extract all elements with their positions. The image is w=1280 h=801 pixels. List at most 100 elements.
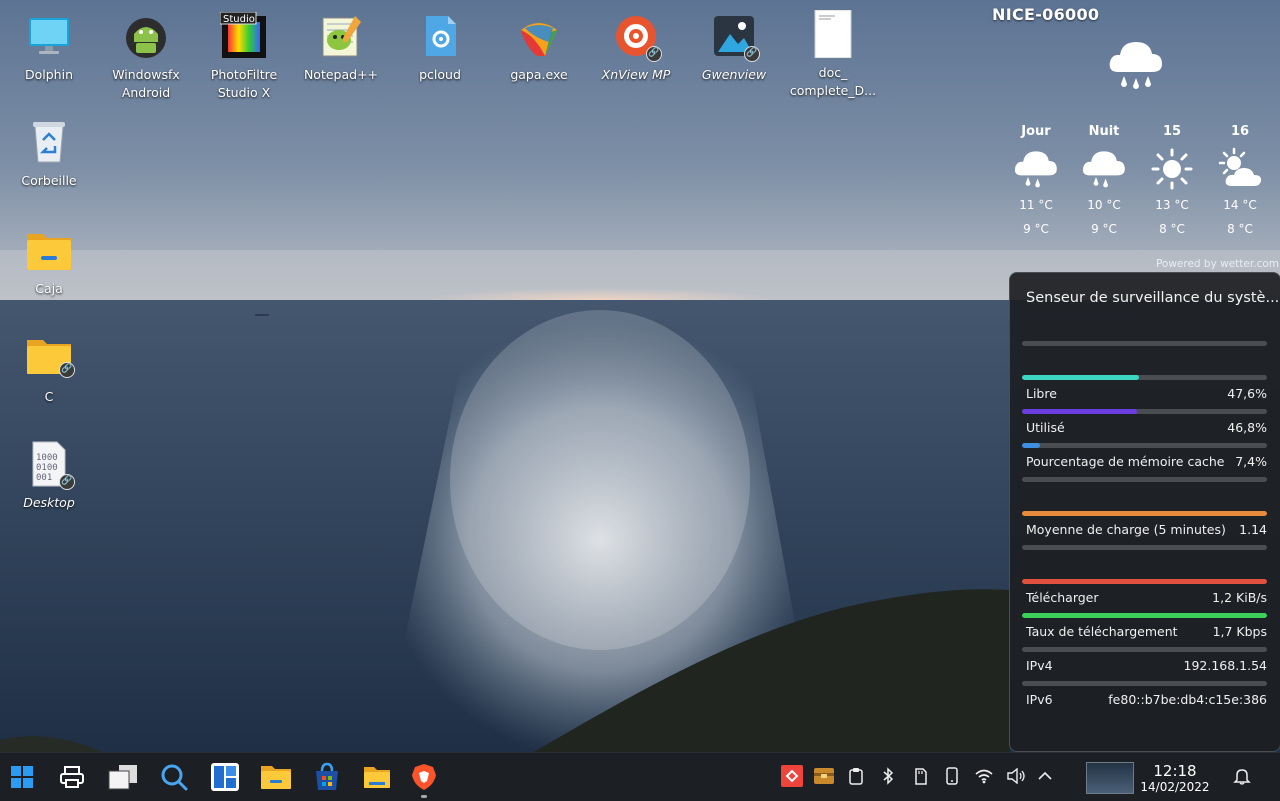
desktop-icon-c-drive[interactable]: 🔗 C: [1, 334, 97, 406]
sensor-value: 1,7 Kbps: [1212, 624, 1267, 639]
svg-text:1000: 1000: [36, 453, 58, 463]
desktop-icon-gwenview[interactable]: 🔗 Gwenview: [686, 12, 782, 84]
forecast-low: 9 °C: [1023, 222, 1049, 236]
folder-icon: [261, 766, 291, 789]
weather-widget[interactable]: NICE-06000 Jour 11 °C 9 °C Nuit 10 °C 9 …: [990, 0, 1280, 275]
folder-link-icon: 🔗: [25, 334, 75, 382]
system-monitor-sensor-panel[interactable]: Senseur de surveillance du systè... Libr…: [1009, 272, 1280, 752]
search-button[interactable]: [154, 757, 194, 797]
forecast-high: 11 °C: [1019, 198, 1053, 212]
notepadpp-icon: [317, 12, 365, 60]
forecast-day-label: Nuit: [1088, 124, 1120, 139]
start-button[interactable]: [2, 757, 42, 797]
forecast-day-label: 16: [1230, 124, 1250, 139]
desktop-icon-pcloud[interactable]: pcloud: [392, 12, 488, 84]
sensor-row-line: Taux de téléchargement 1,7 Kbps: [1022, 624, 1267, 639]
printer-button[interactable]: [52, 757, 92, 797]
clipboard-tray-icon[interactable]: [845, 765, 867, 787]
show-hidden-icons-button[interactable]: [1034, 765, 1056, 787]
windows-logo-icon: [11, 766, 33, 788]
sensor-row-line: IPv4 192.168.1.54: [1022, 658, 1267, 673]
weather-forecast: Jour 11 °C 9 °C Nuit 10 °C 9 °C 15 13 °C…: [1002, 124, 1274, 240]
widgets-button[interactable]: [205, 757, 245, 797]
sensor-row: Taux de téléchargement 1,7 Kbps: [1022, 613, 1267, 639]
binary-file-icon: 1000 0100 001 🔗: [25, 440, 75, 490]
show-desktop-button[interactable]: [103, 757, 143, 797]
sensor-bar-fill: [1022, 375, 1139, 380]
android-icon: [122, 12, 170, 60]
taskbar: 12:18 14/02/2022: [0, 752, 1280, 801]
desktop-icon-caja[interactable]: Caja: [1, 226, 97, 298]
sensor-bar-fill: [1022, 613, 1267, 618]
desktop-icon-android[interactable]: Windowsfx Android: [98, 12, 194, 102]
running-indicator: [421, 795, 427, 798]
desktop-icon-gapa[interactable]: gapa.exe: [491, 12, 587, 84]
sensor-row-line: Télécharger 1,2 KiB/s: [1022, 590, 1267, 605]
sensor-bar: [1022, 443, 1267, 448]
taskbar-clock[interactable]: 12:18 14/02/2022: [1140, 763, 1210, 795]
sensor-bar: [1022, 375, 1267, 380]
store-button[interactable]: [307, 757, 347, 797]
sensor-row-line: IPv6 fe80::b7be:db4:c15e:386: [1022, 692, 1267, 707]
desktop-icon-document[interactable]: doc_ complete_D...: [785, 9, 881, 100]
wifi-icon: [975, 769, 993, 784]
brave-lion-icon: [412, 764, 436, 790]
desktop-icon-label: pcloud: [419, 67, 461, 82]
desktop-icon-label: PhotoFiltre Studio X: [210, 67, 278, 100]
anydesk-tray-icon[interactable]: [781, 765, 803, 787]
sensor-row: IPv6 fe80::b7be:db4:c15e:386: [1022, 681, 1267, 707]
window-preview-thumbnail[interactable]: [1086, 762, 1134, 794]
sd-card-icon: [915, 768, 927, 785]
sensor-row-line: Pourcentage de mémoire cache 7,4%: [1022, 454, 1267, 469]
svg-text:0100: 0100: [36, 463, 58, 473]
sensor-value: 46,8%: [1227, 420, 1267, 435]
desktop-icon-label: Dolphin: [25, 67, 73, 82]
sensor-row: Télécharger 1,2 KiB/s: [1022, 579, 1267, 605]
forecast-day: 16 14 °C 8 °C: [1206, 124, 1274, 240]
desktop-icon-label: gapa.exe: [510, 67, 568, 82]
desktop-icon-photofiltre[interactable]: Studio PhotoFiltre Studio X: [196, 11, 292, 102]
weather-powered-by[interactable]: Powered by wetter.com: [1156, 258, 1279, 270]
shortcut-link-icon: 🔗: [59, 362, 75, 378]
sensor-label: Libre: [1026, 386, 1057, 401]
sensor-row: [1022, 477, 1267, 482]
sensor-bar: [1022, 409, 1267, 414]
desktop-icon-recycle-bin[interactable]: Corbeille: [1, 118, 97, 190]
desktop-icon-notepadpp[interactable]: Notepad++: [293, 12, 389, 84]
brave-button[interactable]: [404, 757, 444, 798]
archive-tray-icon[interactable]: [813, 765, 835, 787]
photofiltre-icon: Studio: [219, 11, 268, 60]
sensor-bar: [1022, 647, 1267, 652]
sensor-bar: [1022, 511, 1267, 516]
file-explorer-button[interactable]: [256, 757, 296, 797]
rain-cloud-icon: [1012, 146, 1060, 192]
phone-tray-icon[interactable]: [941, 765, 963, 787]
sensor-value: 47,6%: [1227, 386, 1267, 401]
forecast-day: 15 13 °C 8 °C: [1138, 124, 1206, 240]
sd-card-tray-icon[interactable]: [909, 765, 931, 787]
bluetooth-icon: [883, 767, 894, 785]
phone-icon: [946, 767, 958, 785]
shortcut-link-icon: 🔗: [59, 474, 75, 490]
bell-icon: [1233, 769, 1251, 785]
desktop-icon-label: Desktop: [23, 495, 75, 510]
desktop-icon-dolphin[interactable]: Dolphin: [1, 12, 97, 84]
sensor-label: Taux de téléchargement: [1026, 624, 1178, 639]
forecast-high: 14 °C: [1223, 198, 1257, 212]
notifications-button[interactable]: [1231, 765, 1253, 787]
desktop-icon-desktop-file[interactable]: 1000 0100 001 🔗 Desktop: [1, 440, 97, 512]
sensor-row-line: Moyenne de charge (5 minutes) 1.14: [1022, 522, 1267, 537]
files-button[interactable]: [357, 757, 397, 797]
bluetooth-tray-icon[interactable]: [877, 765, 899, 787]
svg-text:001: 001: [36, 473, 52, 483]
desktop-icon-xnview[interactable]: 🔗 XnView MP: [588, 12, 684, 84]
archive-icon: [814, 768, 834, 784]
sensor-row-line: Libre 47,6%: [1022, 386, 1267, 401]
wifi-tray-icon[interactable]: [973, 765, 995, 787]
sensor-value: fe80::b7be:db4:c15e:386: [1108, 692, 1267, 707]
volume-icon: [1007, 768, 1025, 784]
shortcut-link-icon: 🔗: [646, 46, 662, 62]
folder-icon: [364, 767, 390, 788]
volume-tray-icon[interactable]: [1005, 765, 1027, 787]
sensor-value: 7,4%: [1235, 454, 1267, 469]
